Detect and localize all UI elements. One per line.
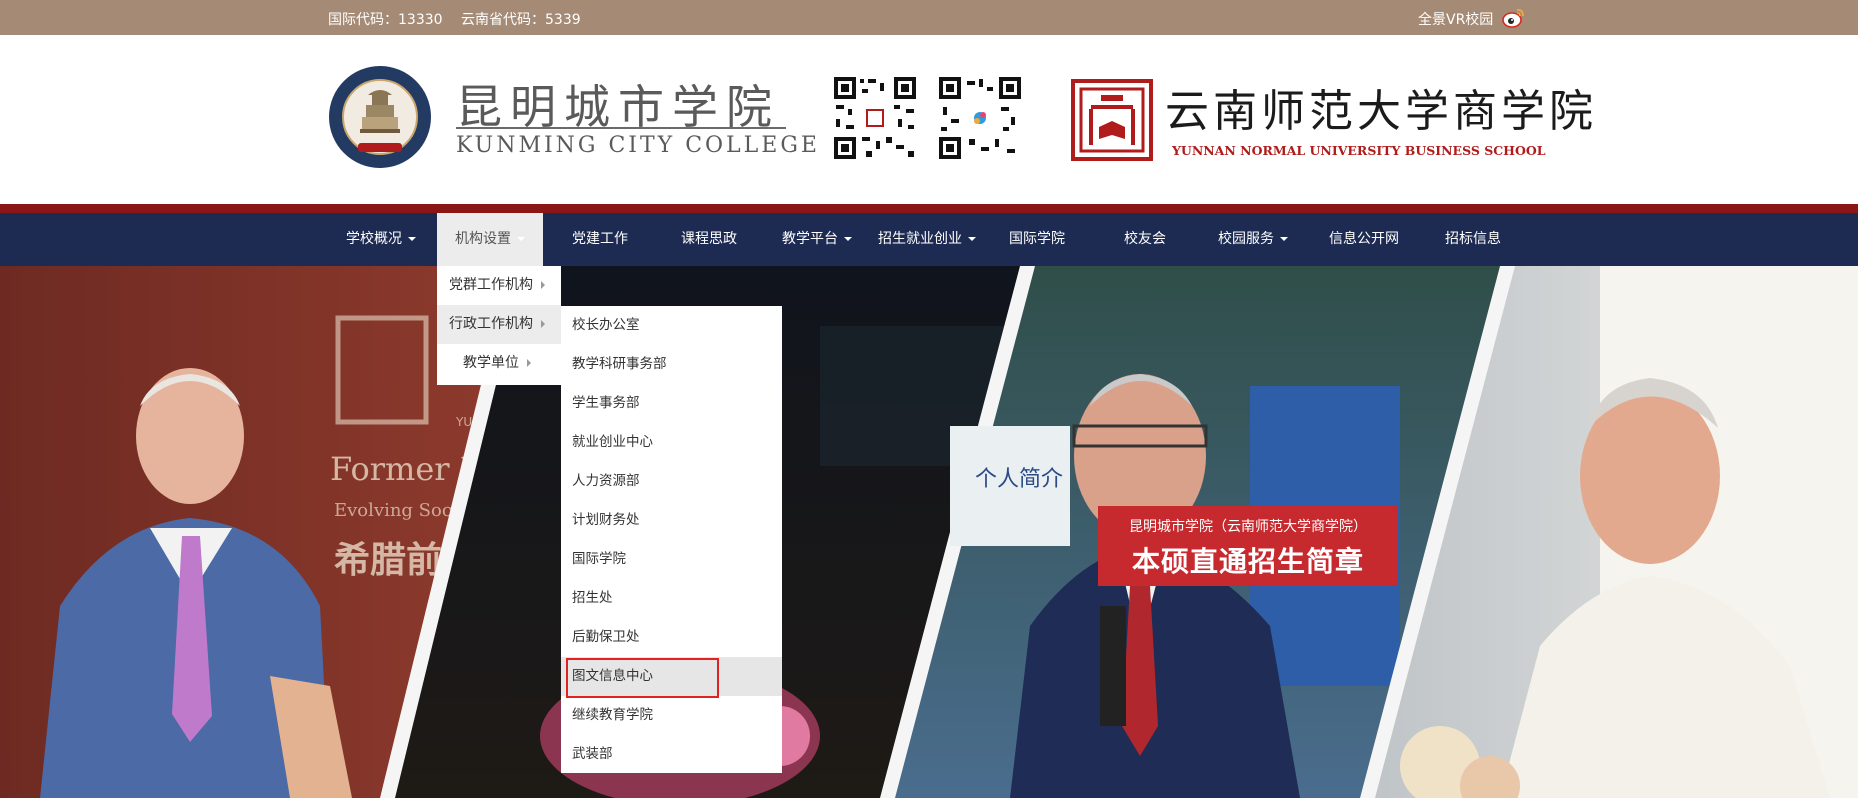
banner-text-evolving: Evolving Soci: [334, 500, 458, 521]
submenu-international-college[interactable]: 国际学院: [561, 540, 782, 579]
caret-down-icon: [408, 237, 416, 241]
school-codes: 国际代码：13330 云南省代码：5339: [328, 9, 595, 29]
nav-info-disclosure[interactable]: 信息公开网: [1329, 213, 1399, 266]
national-code: 国际代码：13330: [328, 12, 443, 28]
nav-school-overview[interactable]: 学校概况: [346, 213, 416, 266]
main-nav: 学校概况 机构设置 党建工作 课程思政 教学平台 招生就业创业 国际学院 校友会…: [0, 213, 1858, 266]
college-name-divider: [456, 127, 786, 129]
promo-subtitle: 昆明城市学院（云南师范大学商学院）: [1129, 519, 1367, 535]
dropdown-organization: 党群工作机构 行政工作机构 教学单位: [437, 266, 561, 385]
chevron-right-icon: [541, 281, 545, 289]
qr-code-icon: [937, 75, 1023, 161]
vr-campus-link[interactable]: 全景VR校园: [1418, 9, 1493, 29]
weibo-icon[interactable]: [1502, 6, 1526, 28]
caret-down-icon: [517, 237, 525, 241]
submenu-logistics-security[interactable]: 后勤保卫处: [561, 618, 782, 657]
menu-party-org[interactable]: 党群工作机构: [437, 266, 561, 305]
banner-text-board: 个人简介: [975, 467, 1063, 492]
site-header: 昆明城市学院 KUNMING CITY COLLEGE 云南师范大学商学院 YU…: [0, 35, 1858, 204]
submenu-employment-center[interactable]: 就业创业中心: [561, 423, 782, 462]
chevron-right-icon: [527, 359, 531, 367]
submenu-student-affairs[interactable]: 学生事务部: [561, 384, 782, 423]
nav-tender-info[interactable]: 招标信息: [1445, 213, 1501, 266]
nav-admissions-employment[interactable]: 招生就业创业: [878, 213, 976, 266]
business-school-logo[interactable]: [1071, 79, 1153, 161]
submenu-continuing-education[interactable]: 继续教育学院: [561, 696, 782, 735]
submenu-president-office[interactable]: 校长办公室: [561, 306, 782, 345]
submenu-academic-research[interactable]: 教学科研事务部: [561, 345, 782, 384]
submenu-human-resources[interactable]: 人力资源部: [561, 462, 782, 501]
dropdown-admin-org: 校长办公室 教学科研事务部 学生事务部 就业创业中心 人力资源部 计划财务处 国…: [561, 306, 782, 773]
header-divider: [0, 204, 1858, 213]
caret-down-icon: [844, 237, 852, 241]
nav-campus-services[interactable]: 校园服务: [1218, 213, 1288, 266]
province-code: 云南省代码：5339: [461, 12, 581, 28]
chevron-right-icon: [541, 320, 545, 328]
submenu-finance[interactable]: 计划财务处: [561, 501, 782, 540]
menu-teaching-units[interactable]: 教学单位: [437, 344, 561, 383]
hero-banner[interactable]: Former P Evolving Soci 希腊前 YUN 个人简介: [0, 266, 1858, 798]
submenu-admissions[interactable]: 招生处: [561, 579, 782, 618]
qr-code-icon: [832, 75, 918, 161]
banner-text-greek: 希腊前: [334, 540, 442, 581]
menu-admin-org[interactable]: 行政工作机构: [437, 305, 561, 344]
promo-title: 本硕直通招生简章: [1131, 545, 1364, 578]
college-seal-logo[interactable]: [328, 65, 432, 169]
business-school-name-en: YUNNAN NORMAL UNIVERSITY BUSINESS SCHOOL: [1172, 143, 1546, 158]
nav-teaching-platform[interactable]: 教学平台: [782, 213, 852, 266]
caret-down-icon: [1280, 237, 1288, 241]
nav-organization[interactable]: 机构设置: [437, 213, 543, 266]
nav-party-building[interactable]: 党建工作: [572, 213, 628, 266]
top-info-bar: 国际代码：13330 云南省代码：5339 全景VR校园: [0, 0, 1858, 35]
college-name-en: KUNMING CITY COLLEGE: [456, 133, 820, 158]
nav-international-college[interactable]: 国际学院: [1009, 213, 1065, 266]
caret-down-icon: [968, 237, 976, 241]
submenu-armed-forces[interactable]: 武装部: [561, 735, 782, 774]
business-school-name-cn: 云南师范大学商学院: [1165, 86, 1597, 137]
admissions-promo[interactable]: 昆明城市学院（云南师范大学商学院） 本硕直通招生简章: [1098, 506, 1398, 586]
nav-alumni[interactable]: 校友会: [1124, 213, 1166, 266]
nav-ideological-courses[interactable]: 课程思政: [681, 213, 737, 266]
submenu-library-info-center[interactable]: 图文信息中心: [561, 657, 782, 696]
